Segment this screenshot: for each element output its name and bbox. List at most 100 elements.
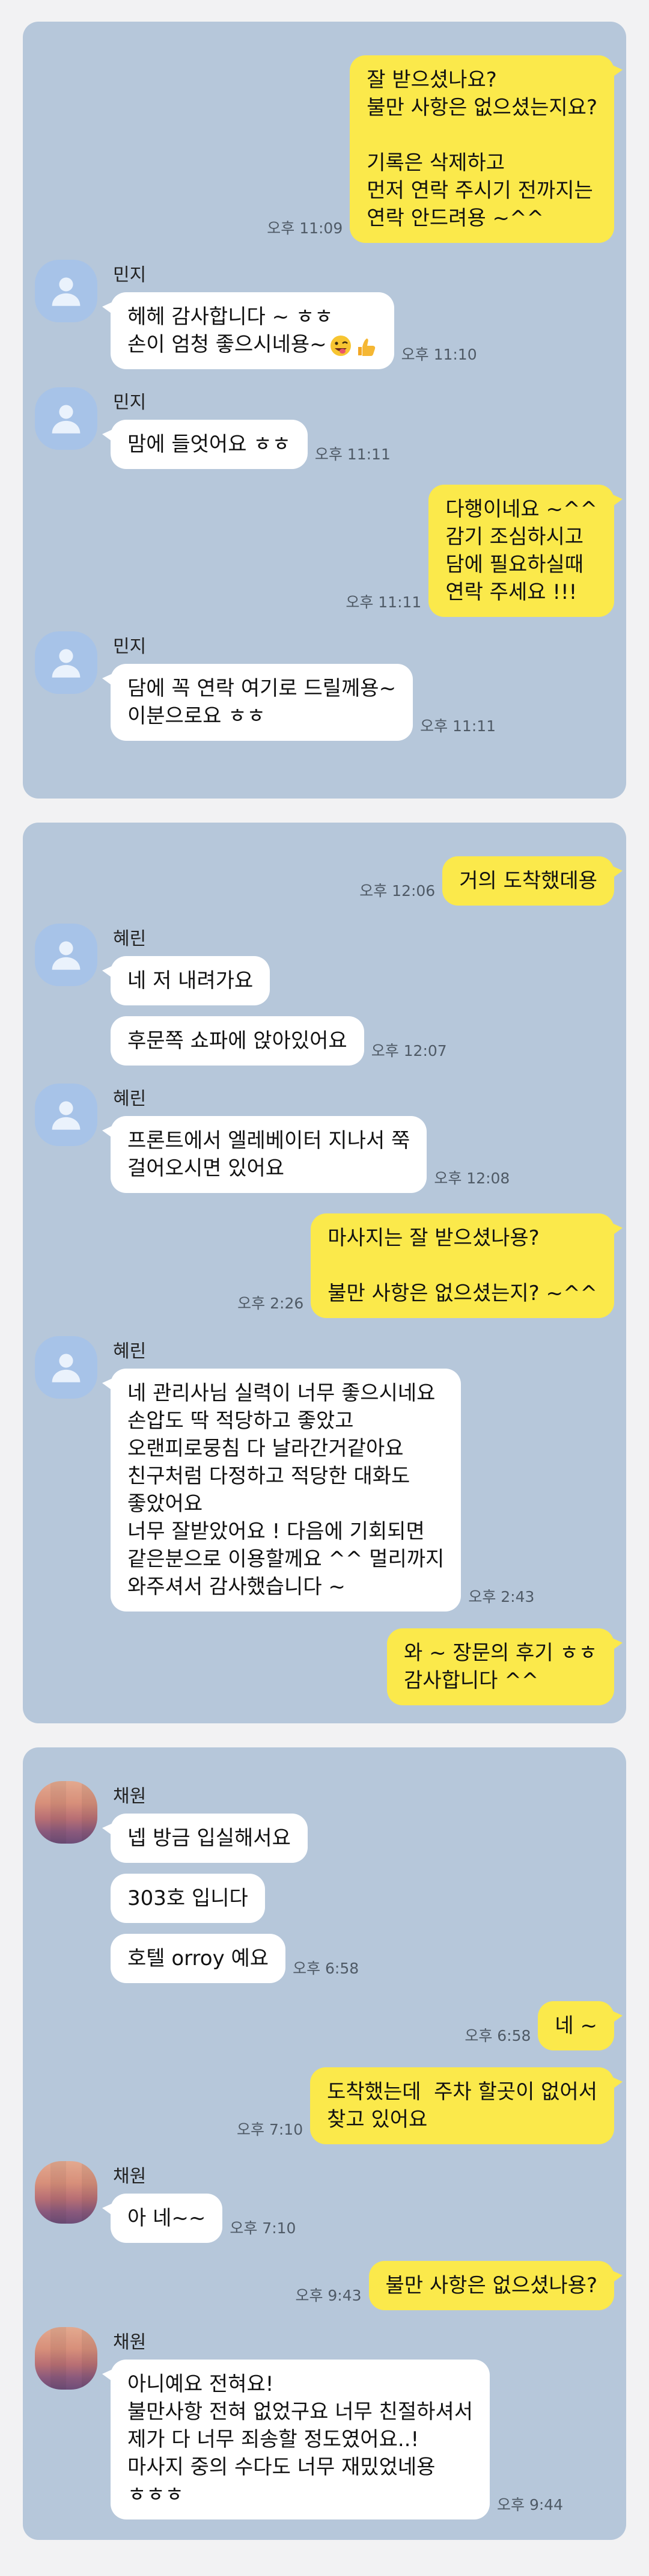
received-message-bubble[interactable]: 네 저 내려가요 [102,956,270,1005]
chat-panel: 채원 넵 방금 입실해서요 303호 입니다 호텔 orroy 예요 오후 6:58 오후… [23,1747,626,2540]
sent-message-row: 오후 2:26 마사지는 잘 받으셨나용? 불만 사항은 없으셨는지? ~^^ [35,1213,623,1318]
sender-name: 민지 [113,392,147,413]
message-text: 헤헤 감사합니다 ~ ㅎㅎ 손이 엄청 좋으시네용~ [127,305,334,357]
person-icon [52,649,81,678]
sent-message-bubble[interactable]: 와 ~ 장문의 후기 ㅎㅎ 감사합니다 ^^ [387,1628,623,1705]
message-stack: 헤헤 감사합니다 ~ ㅎㅎ 손이 엄청 좋으시네용~ 오후 11:10 [102,292,484,369]
sent-message-bubble[interactable]: 도착했는데 주차 할곳이 없어서 찾고 있어요 [310,2067,623,2144]
avatar[interactable] [35,1336,97,1399]
avatar[interactable] [35,631,97,694]
message-timestamp: 오후 11:10 [401,346,477,363]
message-text: 아니예요 전혀요! 불만사항 전혀 없었구요 너무 친절하셔서 제가 다 너무 … [127,2372,473,2507]
received-message-bubble[interactable]: 넵 방금 입실해서요 [102,1814,308,1863]
message-text: 후문쪽 쇼파에 앉아있어요 [127,1029,347,1053]
received-message-row: 맘에 들엇어요 ㅎㅎ 오후 11:11 [102,420,398,469]
sender-name: 민지 [113,636,147,657]
message-text: 아 네~~ [127,2206,206,2230]
person-icon [52,941,81,970]
avatar[interactable] [35,260,97,322]
message-timestamp: 오후 11:11 [346,593,422,611]
message-timestamp: 오후 7:10 [230,2219,296,2237]
message-timestamp: 오후 12:06 [359,882,436,900]
message-timestamp: 오후 12:07 [371,1042,447,1060]
sent-message-row: 오후 6:58 네 ~ [35,2001,623,2050]
sender-name: 채원 [113,2166,147,2187]
message-stack: 담에 꼭 연락 여기로 드릴께용~ 이분으로요 ㅎㅎ 오후 11:11 [102,664,503,741]
received-message-column: 민지헤헤 감사합니다 ~ ㅎㅎ 손이 엄청 좋으시네용~ 오후 11:10 [102,260,484,369]
received-message-bubble[interactable]: 아 네~~ [102,2194,223,2243]
received-message-group: 혜린프론트에서 엘레베이터 지나서 쭉 걸어오시면 있어요오후 12:08 [35,1084,614,1193]
message-text: 담에 꼭 연락 여기로 드릴께용~ 이분으로요 ㅎㅎ [127,676,397,728]
message-text: 넵 방금 입실해서요 [127,1826,291,1850]
sent-message-bubble[interactable]: 잘 받으셨나요? 불만 사항은 없으셨는지요? 기록은 삭제하고 먼저 연락 주… [350,55,623,243]
message-timestamp: 오후 2:43 [468,1588,535,1605]
message-timestamp: 오후 12:08 [434,1170,510,1187]
received-message-row: 넵 방금 입실해서요 [102,1814,366,1863]
received-message-group: 민지헤헤 감사합니다 ~ ㅎㅎ 손이 엄청 좋으시네용~ 오후 11:10 [35,260,614,369]
received-message-group: 채원아 네~~ 오후 7:10 [35,2161,614,2243]
sent-message-row: 오후 7:10 도착했는데 주차 할곳이 없어서 찾고 있어요 [35,2067,623,2144]
sent-message-bubble[interactable]: 불만 사항은 없으셨나용? [368,2261,623,2310]
received-message-row: 호텔 orroy 예요오후 6:58 [111,1934,366,1983]
message-timestamp: 오후 6:58 [293,1960,359,1977]
message-stack: 네 저 내려가요후문쪽 쇼파에 앉아있어요오후 12:07 [102,956,454,1066]
received-message-row: 네 관리사님 실력이 너무 좋으시네요 손압도 딱 적당하고 좋았고 오랜피로뭉… [102,1369,541,1612]
received-message-bubble[interactable]: 담에 꼭 연락 여기로 드릴께용~ 이분으로요 ㅎㅎ [102,664,413,741]
message-timestamp: 오후 9:43 [295,2287,362,2304]
received-message-row: 후문쪽 쇼파에 앉아있어요오후 12:07 [111,1016,454,1066]
sender-name: 채원 [113,1786,147,1807]
person-icon [52,1101,81,1130]
message-stack: 맘에 들엇어요 ㅎㅎ 오후 11:11 [102,420,398,469]
received-message-bubble[interactable]: 303호 입니다 [111,1874,265,1923]
received-message-row: 303호 입니다 [111,1874,366,1923]
message-timestamp: 오후 2:26 [237,1295,304,1312]
person-icon [52,405,81,434]
received-message-row: 담에 꼭 연락 여기로 드릴께용~ 이분으로요 ㅎㅎ 오후 11:11 [102,664,503,741]
received-message-bubble[interactable]: 호텔 orroy 예요 [111,1934,286,1983]
received-message-bubble[interactable]: 후문쪽 쇼파에 앉아있어요 [111,1016,364,1066]
avatar[interactable] [35,387,97,450]
avatar[interactable] [35,2161,97,2224]
avatar[interactable] [35,2327,97,2390]
chat-panel: 오후 11:09 잘 받으셨나요? 불만 사항은 없으셨는지요? 기록은 삭제하고… [23,22,626,799]
message-text: 303호 입니다 [127,1886,248,1910]
message-text: 네 저 내려가요 [127,969,254,993]
sent-message-bubble[interactable]: 마사지는 잘 받으셨나용? 불만 사항은 없으셨는지? ~^^ [311,1213,623,1318]
received-message-column: 채원아 네~~ 오후 7:10 [102,2161,303,2243]
sent-message-row: 오후 11:09 잘 받으셨나요? 불만 사항은 없으셨는지요? 기록은 삭제하고… [35,55,623,243]
received-message-row: 아 네~~ 오후 7:10 [102,2194,303,2243]
message-timestamp: 오후 9:44 [497,2496,564,2513]
avatar[interactable] [35,1084,97,1146]
message-text: 네 관리사님 실력이 너무 좋으시네요 손압도 딱 적당하고 좋았고 오랜피로뭉… [127,1381,445,1599]
received-message-group: 채원넵 방금 입실해서요 303호 입니다호텔 orroy 예요오후 6:58 [35,1781,614,1983]
avatar[interactable] [35,924,97,986]
received-message-column: 혜린프론트에서 엘레베이터 지나서 쭉 걸어오시면 있어요오후 12:08 [102,1084,517,1193]
received-message-bubble[interactable]: 네 관리사님 실력이 너무 좋으시네요 손압도 딱 적당하고 좋았고 오랜피로뭉… [102,1369,462,1612]
message-timestamp: 오후 11:11 [314,446,391,463]
winking-tongue-thumbs-up-emoji-icon [330,335,375,356]
message-timestamp: 오후 6:58 [465,2027,531,2044]
message-text: 맘에 들엇어요 ㅎㅎ [127,432,291,456]
chat-panel: 오후 12:06 거의 도착했데용 혜린 네 저 내려가요 후문쪽 쇼파에 앉아있어요 오… [23,823,626,1723]
message-timestamp: 오후 11:11 [420,717,496,735]
avatar[interactable] [35,1781,97,1844]
received-message-bubble[interactable]: 맘에 들엇어요 ㅎㅎ [102,420,308,469]
sent-message-bubble[interactable]: 다행이네요 ~^^ 감기 조심하시고 담에 필요하실때 연락 주세요 !!! [428,485,623,617]
received-message-column: 민지담에 꼭 연락 여기로 드릴께용~ 이분으로요 ㅎㅎ 오후 11:11 [102,631,503,741]
sender-name: 혜린 [113,1341,147,1362]
received-message-bubble[interactable]: 헤헤 감사합니다 ~ ㅎㅎ 손이 엄청 좋으시네용~ [102,292,394,369]
sender-name: 민지 [113,265,147,286]
received-message-row: 네 저 내려가요 [102,956,454,1005]
sent-message-row: 와 ~ 장문의 후기 ㅎㅎ 감사합니다 ^^ [35,1628,623,1705]
received-message-column: 혜린네 관리사님 실력이 너무 좋으시네요 손압도 딱 적당하고 좋았고 오랜피… [102,1336,541,1612]
sender-name: 채원 [113,2332,147,2353]
sent-message-bubble[interactable]: 거의 도착했데용 [442,856,623,906]
received-message-bubble[interactable]: 아니예요 전혀요! 불만사항 전혀 없었구요 너무 친절하셔서 제가 다 너무 … [102,2360,490,2519]
received-message-bubble[interactable]: 프론트에서 엘레베이터 지나서 쭉 걸어오시면 있어요 [102,1116,427,1193]
person-icon [52,1354,81,1382]
sent-message-bubble[interactable]: 네 ~ [538,2001,623,2050]
received-message-column: 채원넵 방금 입실해서요 303호 입니다호텔 orroy 예요오후 6:58 [102,1781,366,1983]
sender-name: 혜린 [113,928,147,949]
received-message-group: 민지맘에 들엇어요 ㅎㅎ 오후 11:11 [35,387,614,469]
sender-name: 혜린 [113,1088,147,1109]
